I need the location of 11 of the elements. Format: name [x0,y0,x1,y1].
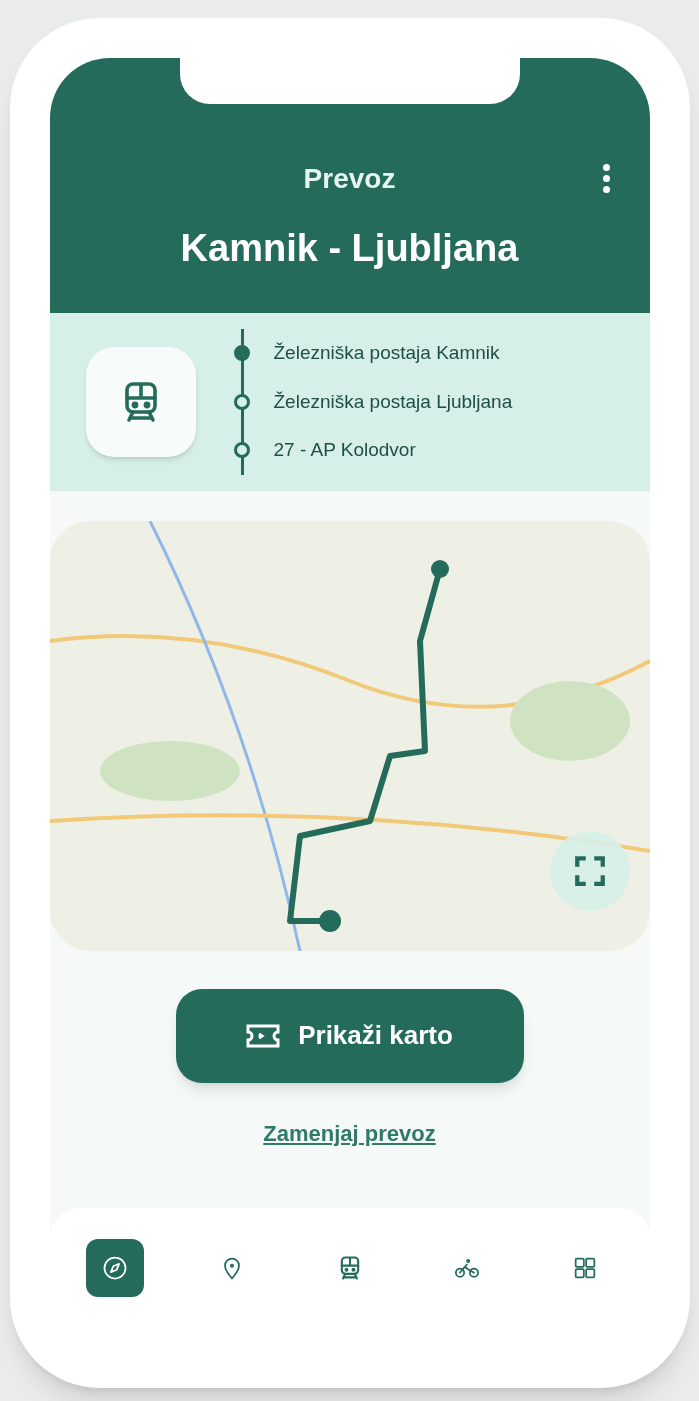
page-title: Prevoz [303,162,396,196]
ticket-icon [246,1023,281,1048]
change-transport-link[interactable]: Zamenjaj prevoz [263,1116,436,1150]
route-title: Kamnik - Ljubljana [180,226,519,271]
show-ticket-button[interactable]: Prikaži karto [175,988,524,1083]
more-menu-button[interactable] [602,164,610,193]
stop-name: Železniška postaja Ljubljana [273,389,513,414]
stop-name: 27 - AP Kolodvor [273,438,416,462]
nav-tab[interactable] [85,1239,144,1297]
fullscreen-icon [572,853,607,888]
stop-name: Železniška postaja Kamnik [273,341,500,365]
